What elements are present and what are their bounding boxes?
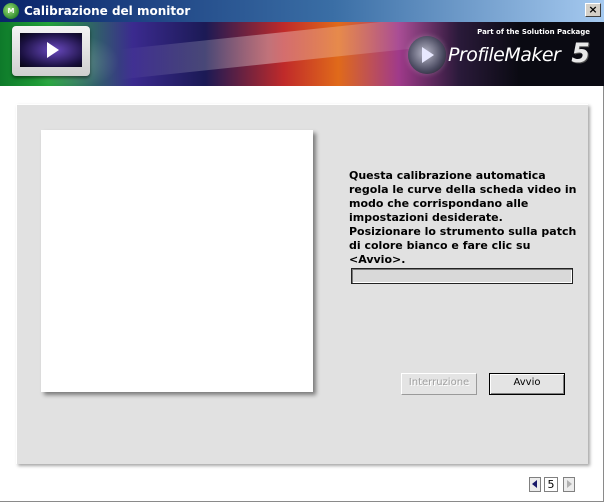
measurement-patch-preview (41, 130, 313, 392)
next-page-button[interactable] (563, 477, 575, 492)
product-name: ProfileMaker (448, 44, 561, 66)
stop-button[interactable]: Interruzione (401, 373, 477, 395)
window-title: Calibrazione del monitor (24, 4, 191, 18)
title-bar[interactable]: M Calibrazione del monitor × (0, 0, 604, 22)
close-icon: × (588, 3, 598, 16)
profilemaker-logo: Part of the Solution Package ProfileMake… (390, 26, 590, 82)
brand-emblem-icon (408, 36, 446, 74)
instructions-text: Questa calibrazione automatica regola le… (349, 169, 577, 266)
header-banner: Part of the Solution Package ProfileMake… (0, 22, 604, 86)
monitor-frame (12, 26, 90, 76)
calibration-window: M Calibrazione del monitor × Part of the… (0, 0, 604, 502)
next-arrow-icon (567, 480, 572, 488)
emblem-play-icon (422, 47, 434, 63)
brand-tagline: Part of the Solution Package (477, 28, 590, 36)
previous-page-button[interactable] (529, 477, 541, 492)
close-button[interactable]: × (585, 3, 601, 17)
page-navigator: 5 (529, 477, 579, 493)
start-button[interactable]: Avvio (489, 373, 565, 395)
monitor-screen (20, 33, 82, 67)
progress-bar (351, 268, 573, 284)
monitor-icon (12, 26, 90, 80)
play-icon (47, 42, 59, 58)
app-icon: M (3, 3, 19, 19)
product-version: 5 (571, 38, 590, 69)
calibration-panel: Questa calibrazione automatica regola le… (16, 104, 588, 464)
page-number: 5 (544, 477, 558, 492)
previous-arrow-icon (532, 480, 537, 488)
